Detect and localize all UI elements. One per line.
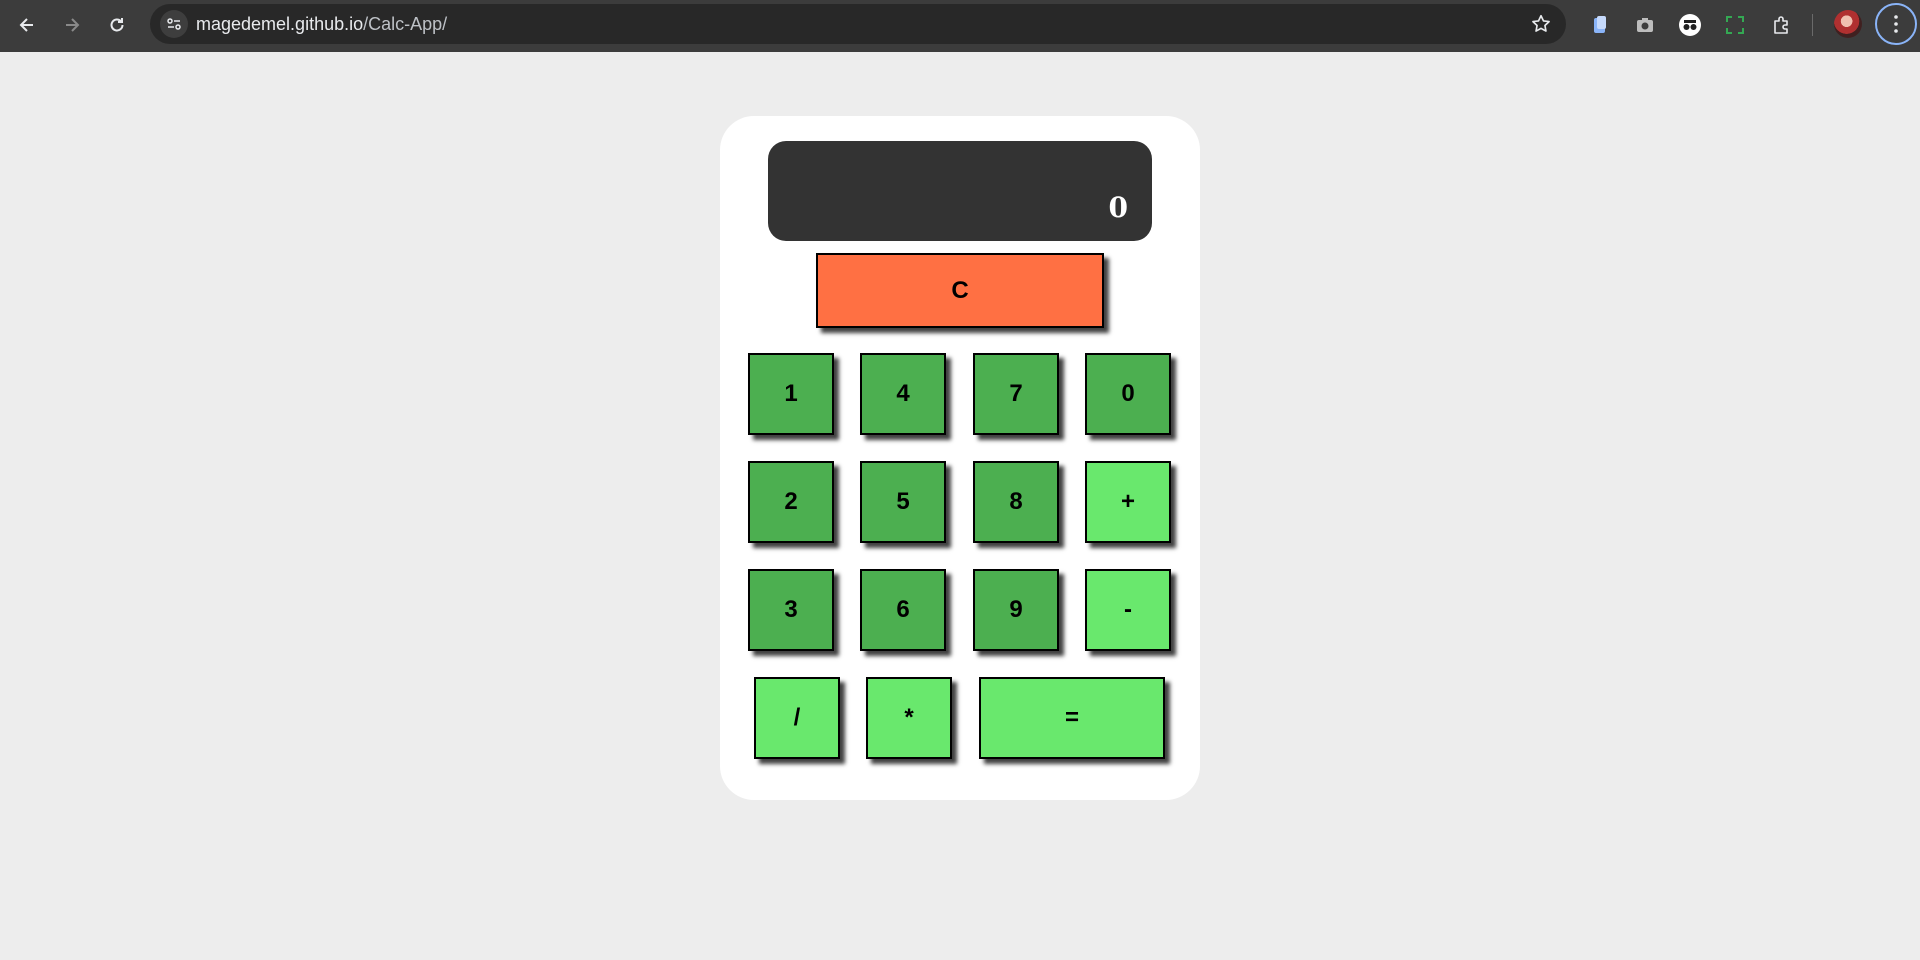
reload-icon[interactable] xyxy=(100,8,134,42)
key-8[interactable]: 8 xyxy=(973,461,1059,543)
key-0[interactable]: 0 xyxy=(1085,353,1171,435)
key-7[interactable]: 7 xyxy=(973,353,1059,435)
calculator-display: 0 xyxy=(768,141,1152,241)
toolbar-divider xyxy=(1812,14,1813,36)
display-value: 0 xyxy=(1108,191,1128,224)
profile-avatar[interactable] xyxy=(1834,10,1862,38)
bookmark-star-icon[interactable] xyxy=(1530,13,1552,35)
address-bar[interactable]: magedemel.github.io/Calc-App/ xyxy=(150,4,1566,44)
key-9[interactable]: 9 xyxy=(973,569,1059,651)
url-host: magedemel.github.io xyxy=(196,14,364,34)
minus-button[interactable]: - xyxy=(1085,569,1171,651)
extensions-puzzle-icon[interactable] xyxy=(1766,10,1796,40)
clear-button[interactable]: C xyxy=(816,253,1104,328)
calculator: 0 C 1 4 7 0 2 5 8 + 3 6 9 - / * = xyxy=(720,116,1200,800)
key-3[interactable]: 3 xyxy=(748,569,834,651)
browser-toolbar: magedemel.github.io/Calc-App/ xyxy=(0,0,1920,52)
multiply-button[interactable]: * xyxy=(866,677,952,759)
camera-extension-icon[interactable] xyxy=(1630,10,1660,40)
key-1[interactable]: 1 xyxy=(748,353,834,435)
divide-button[interactable]: / xyxy=(754,677,840,759)
key-5[interactable]: 5 xyxy=(860,461,946,543)
key-6[interactable]: 6 xyxy=(860,569,946,651)
key-4[interactable]: 4 xyxy=(860,353,946,435)
forward-icon[interactable] xyxy=(55,8,89,42)
equals-button[interactable]: = xyxy=(979,677,1165,759)
screenshot-extension-icon[interactable] xyxy=(1720,10,1750,40)
menu-dots-icon[interactable] xyxy=(1875,3,1917,45)
incognito-extension-icon[interactable] xyxy=(1675,10,1705,40)
key-2[interactable]: 2 xyxy=(748,461,834,543)
back-icon[interactable] xyxy=(10,8,44,42)
site-info-icon[interactable] xyxy=(160,10,188,38)
url-path: /Calc-App/ xyxy=(363,14,448,34)
files-extension-icon[interactable] xyxy=(1585,10,1615,40)
url-text[interactable]: magedemel.github.io/Calc-App/ xyxy=(196,14,447,35)
plus-button[interactable]: + xyxy=(1085,461,1171,543)
